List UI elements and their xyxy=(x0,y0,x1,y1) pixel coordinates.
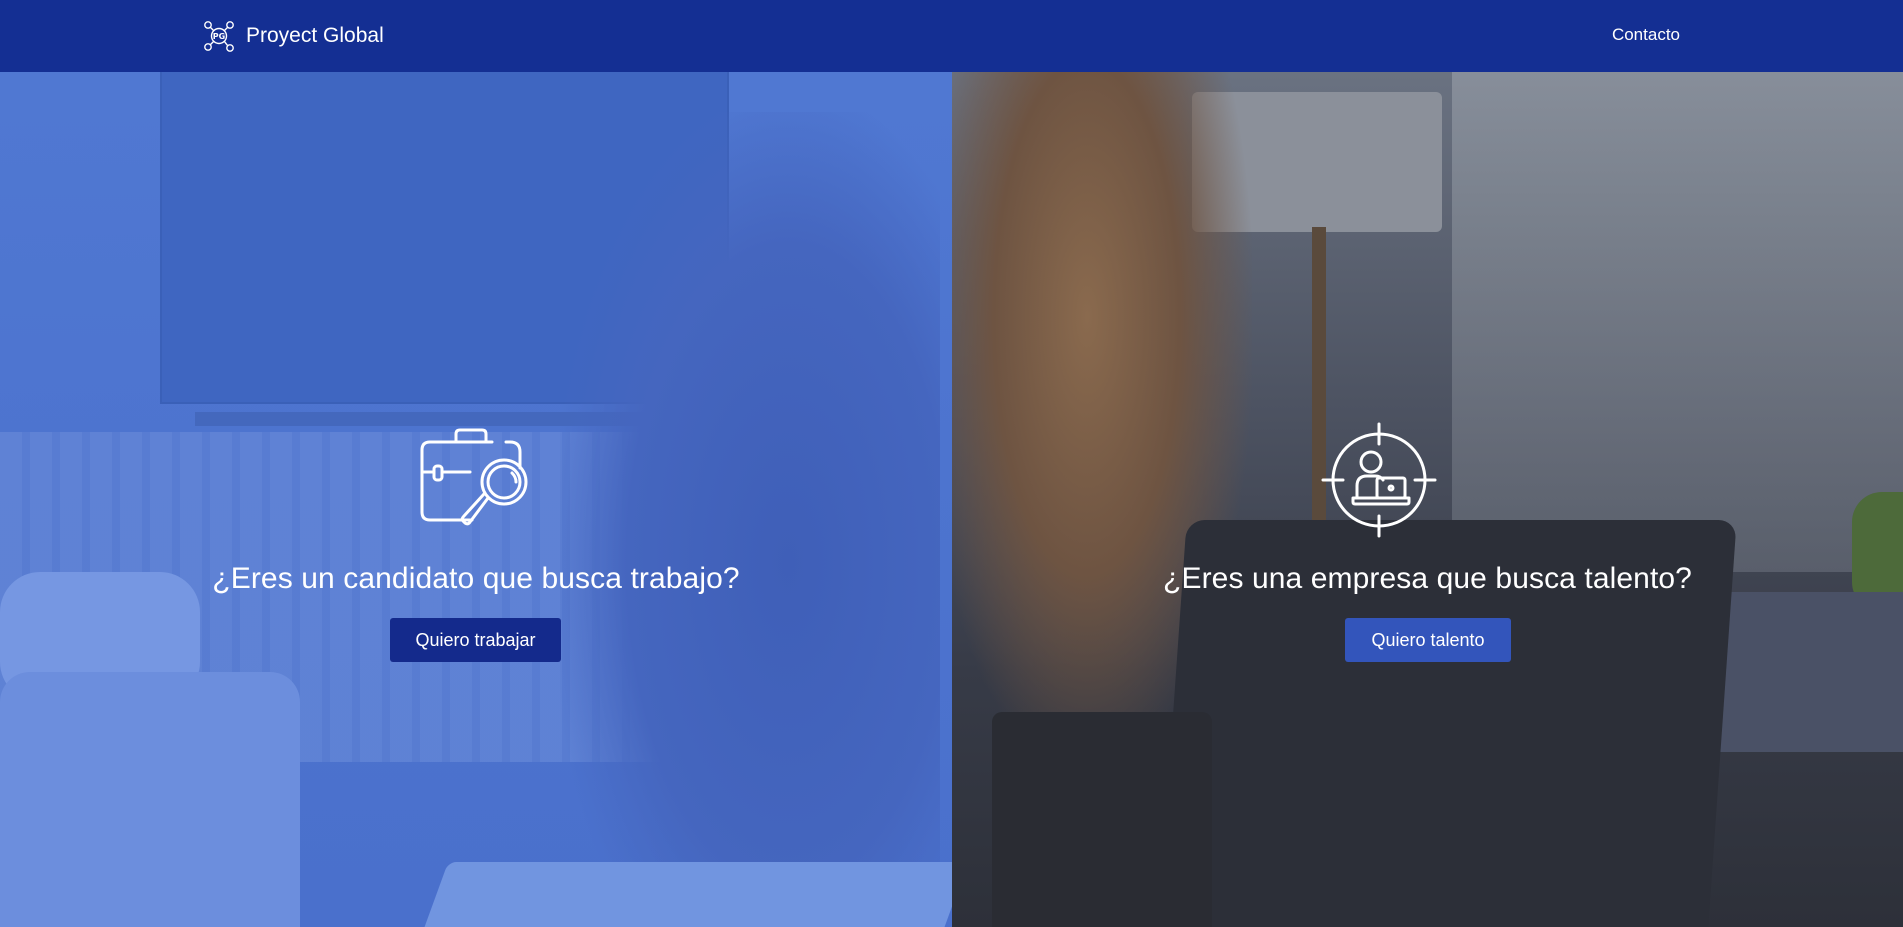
brand-logo-icon: PG xyxy=(204,21,234,52)
candidate-heading: ¿Eres un candidato que busca trabajo? xyxy=(212,562,740,595)
candidate-panel: ¿Eres un candidato que busca trabajo? Qu… xyxy=(0,72,952,927)
svg-text:PG: PG xyxy=(213,32,225,41)
brand-home-link[interactable]: PG Proyect Global xyxy=(202,18,384,54)
briefcase-search-icon xyxy=(420,428,528,526)
target-person-laptop-icon xyxy=(1321,422,1437,538)
candidate-content: ¿Eres un candidato que busca trabajo? Qu… xyxy=(0,72,952,927)
brand-name: Proyect Global xyxy=(246,24,384,47)
quiero-trabajar-button[interactable]: Quiero trabajar xyxy=(390,618,561,662)
nav-link-contacto[interactable]: Contacto xyxy=(1612,25,1680,45)
company-panel: ¿Eres una empresa que busca talento? Qui… xyxy=(952,72,1903,927)
top-navbar: PG Proyect Global Contacto xyxy=(0,0,1903,72)
quiero-talento-button[interactable]: Quiero talento xyxy=(1345,618,1511,662)
company-content: ¿Eres una empresa que busca talento? Qui… xyxy=(952,72,1903,927)
company-heading: ¿Eres una empresa que busca talento? xyxy=(1163,562,1692,595)
